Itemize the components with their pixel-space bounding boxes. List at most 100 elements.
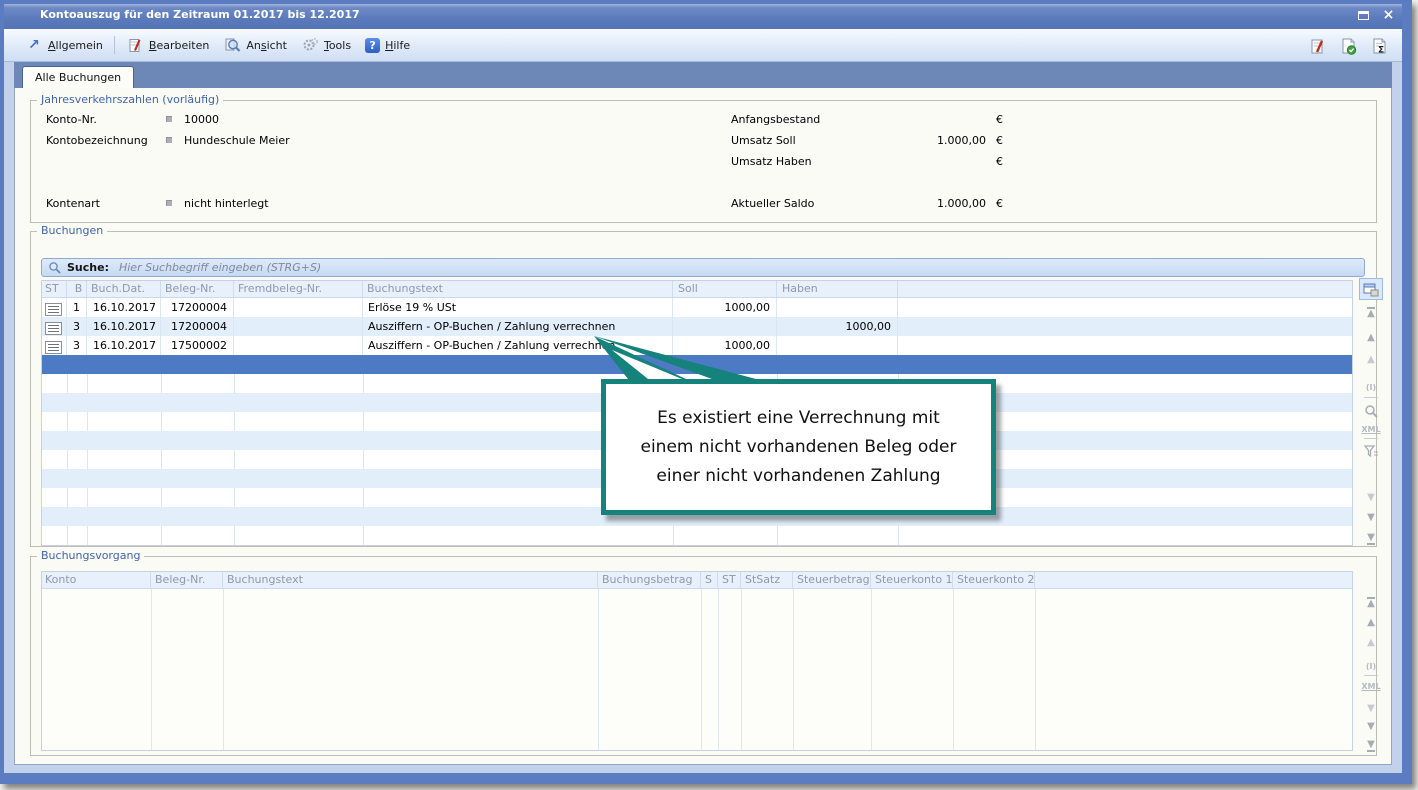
column-header-soll[interactable]: Soll <box>673 280 777 297</box>
field-value-konto-nr: 10000 <box>184 113 219 126</box>
move-up-icon[interactable]: ▲ <box>1359 617 1383 629</box>
menu-allgemein[interactable]: ↗ Allgemein <box>18 32 110 58</box>
restore-icon <box>1358 11 1369 20</box>
bullet-icon <box>166 200 172 206</box>
app-window: Kontoauszug für den Zeitraum 01.2017 bis… <box>0 0 1412 784</box>
tab-alle-buchungen[interactable]: Alle Buchungen <box>22 66 134 88</box>
column-chooser-icon <box>1363 282 1379 297</box>
main-panel: Jahresverkehrszahlen (vorläufig) Konto-N… <box>14 88 1392 765</box>
help-icon: ? <box>365 38 380 53</box>
scroll-to-top-icon[interactable]: ▲ <box>1359 597 1383 610</box>
currency-aktueller-saldo: € <box>996 197 1003 210</box>
search-label: Suche: <box>67 261 109 274</box>
callout-pointer-icon <box>586 330 766 382</box>
filter-icon[interactable] <box>1359 444 1383 462</box>
column-header-s[interactable]: S <box>701 571 718 588</box>
groupbox-title: Jahresverkehrszahlen (vorläufig) <box>37 93 223 106</box>
scroll-to-top-icon[interactable]: ▲ <box>1359 307 1383 320</box>
currency-anfangsbestand: € <box>996 113 1003 126</box>
page-up-icon[interactable]: ▲ <box>1359 354 1383 366</box>
search-icon <box>48 261 61 274</box>
menu-bearbeiten[interactable]: Bearbeiten <box>119 32 216 58</box>
column-header-buchungstext[interactable]: Buchungstext <box>223 571 598 588</box>
booking-detail-icon[interactable] <box>45 341 62 354</box>
field-value-aktueller-saldo: 1.000,00 <box>731 197 986 210</box>
edit-record-icon[interactable] <box>1308 37 1326 55</box>
column-header-fremdbeleg[interactable]: Fremdbeleg-Nr. <box>234 280 363 297</box>
edit-document-icon <box>126 36 144 54</box>
transaction-table-header: Konto Beleg-Nr. Buchungstext Buchungsbet… <box>41 571 1353 589</box>
column-header-st[interactable]: ST <box>41 280 67 297</box>
groupbox-buchungen: Buchungen Suche: Hier Suchbegriff eingeb… <box>30 231 1377 547</box>
column-header-steuerkonto1[interactable]: Steuerkonto 1 <box>871 571 953 588</box>
warning-callout: Es existiert eine Verrechnung mit einem … <box>601 379 996 515</box>
groupbox-title: Buchungen <box>37 224 107 237</box>
bullet-icon <box>166 116 172 122</box>
column-header-b[interactable]: B <box>67 280 87 297</box>
callout-text-line2: einem nicht vorhandenen Beleg oder <box>606 433 991 462</box>
page-down-icon[interactable]: ▼ <box>1359 703 1383 715</box>
scroll-to-bottom-icon[interactable]: ▼ <box>1359 532 1383 545</box>
field-label-umsatz-haben: Umsatz Haben <box>731 155 812 168</box>
gears-icon <box>301 36 319 54</box>
arrow-up-right-icon: ↗ <box>25 36 43 54</box>
scroll-to-bottom-icon[interactable]: ▼ <box>1359 739 1383 752</box>
column-header-steuerbetrag[interactable]: Steuerbetrag <box>793 571 871 588</box>
booking-detail-icon[interactable] <box>45 322 62 335</box>
field-value-umsatz-soll: 1.000,00 <box>731 134 986 147</box>
xml-export-icon[interactable]: XML <box>1359 424 1383 436</box>
move-up-icon[interactable]: ▲ <box>1359 332 1383 344</box>
column-header-konto[interactable]: Konto <box>41 571 151 588</box>
menu-separator <box>114 36 115 54</box>
move-down-icon[interactable]: ▼ <box>1359 721 1383 733</box>
column-header-steuerkonto2[interactable]: Steuerkonto 2 <box>953 571 1035 588</box>
transaction-side-toolbar: ▲ ▲ ▲ (I) XML ▼ ▼ ▼ <box>1359 557 1383 755</box>
svg-text:Σ: Σ <box>1378 45 1384 55</box>
field-label-konto-nr: Konto-Nr. <box>46 113 97 126</box>
column-header-st[interactable]: ST <box>718 571 741 588</box>
field-label-kontobezeichnung: Kontobezeichnung <box>46 134 148 147</box>
field-label-anfangsbestand: Anfangsbestand <box>731 113 820 126</box>
currency-umsatz-haben: € <box>996 155 1003 168</box>
bookings-table-header: ST B Buch.Dat. Beleg-Nr. Fremdbeleg-Nr. … <box>41 280 1353 298</box>
page-up-icon[interactable]: ▲ <box>1359 637 1383 649</box>
title-bar: Kontoauszug für den Zeitraum 01.2017 bis… <box>4 4 1402 29</box>
menu-hilfe[interactable]: ? Hilfe <box>358 34 417 57</box>
bookings-side-toolbar: ▲ ▲ ▲ (I) XML ▼ ▼ ▼ <box>1359 232 1383 546</box>
page-down-icon[interactable]: ▼ <box>1359 492 1383 504</box>
brackets-icon[interactable]: (I) <box>1359 382 1383 394</box>
empty-row[interactable] <box>41 526 1353 545</box>
column-header-stsatz[interactable]: StSatz <box>741 571 793 588</box>
magnifier-document-icon <box>223 36 241 54</box>
groupbox-buchungsvorgang: Buchungsvorgang Konto Beleg-Nr. Buchungs… <box>30 556 1377 756</box>
transaction-table-body[interactable] <box>41 589 1353 751</box>
brackets-icon[interactable]: (I) <box>1359 661 1383 673</box>
booking-detail-icon[interactable] <box>45 303 62 316</box>
menu-tools[interactable]: Tools <box>294 32 358 58</box>
field-value-kontobezeichnung: Hundeschule Meier <box>184 134 290 147</box>
tab-strip: Alle Buchungen <box>14 62 1392 88</box>
currency-umsatz-soll: € <box>996 134 1003 147</box>
zoom-icon[interactable] <box>1359 404 1383 422</box>
restore-button[interactable] <box>1356 8 1371 22</box>
field-label-kontenart: Kontenart <box>46 197 100 210</box>
document-check-icon[interactable] <box>1339 37 1357 55</box>
column-header-buchungsbetrag[interactable]: Buchungsbetrag <box>598 571 701 588</box>
column-header-buchdat[interactable]: Buch.Dat. <box>87 280 161 297</box>
column-header-beleg[interactable]: Beleg-Nr. <box>161 280 234 297</box>
window-title: Kontoauszug für den Zeitraum 01.2017 bis… <box>40 8 360 21</box>
column-header-haben[interactable]: Haben <box>777 280 898 297</box>
search-input[interactable]: Suche: Hier Suchbegriff eingeben (STRG+S… <box>41 258 1365 277</box>
menu-ansicht[interactable]: Ansicht <box>216 32 294 58</box>
xml-export-icon[interactable]: XML <box>1359 681 1383 693</box>
document-sum-icon[interactable]: Σ <box>1370 37 1388 55</box>
table-row[interactable]: 1 16.10.2017 17200004 Erlöse 19 % USt 10… <box>41 298 1353 317</box>
close-button[interactable]: × <box>1381 7 1396 23</box>
column-header-beleg[interactable]: Beleg-Nr. <box>151 571 223 588</box>
move-down-icon[interactable]: ▼ <box>1359 512 1383 524</box>
column-header-buchungstext[interactable]: Buchungstext <box>363 280 673 297</box>
groupbox-jahresverkehrszahlen: Jahresverkehrszahlen (vorläufig) Konto-N… <box>30 100 1377 223</box>
callout-text-line3: einer nicht vorhandenen Zahlung <box>606 462 991 491</box>
groupbox-title: Buchungsvorgang <box>37 549 144 562</box>
column-chooser-button[interactable] <box>1359 278 1383 300</box>
